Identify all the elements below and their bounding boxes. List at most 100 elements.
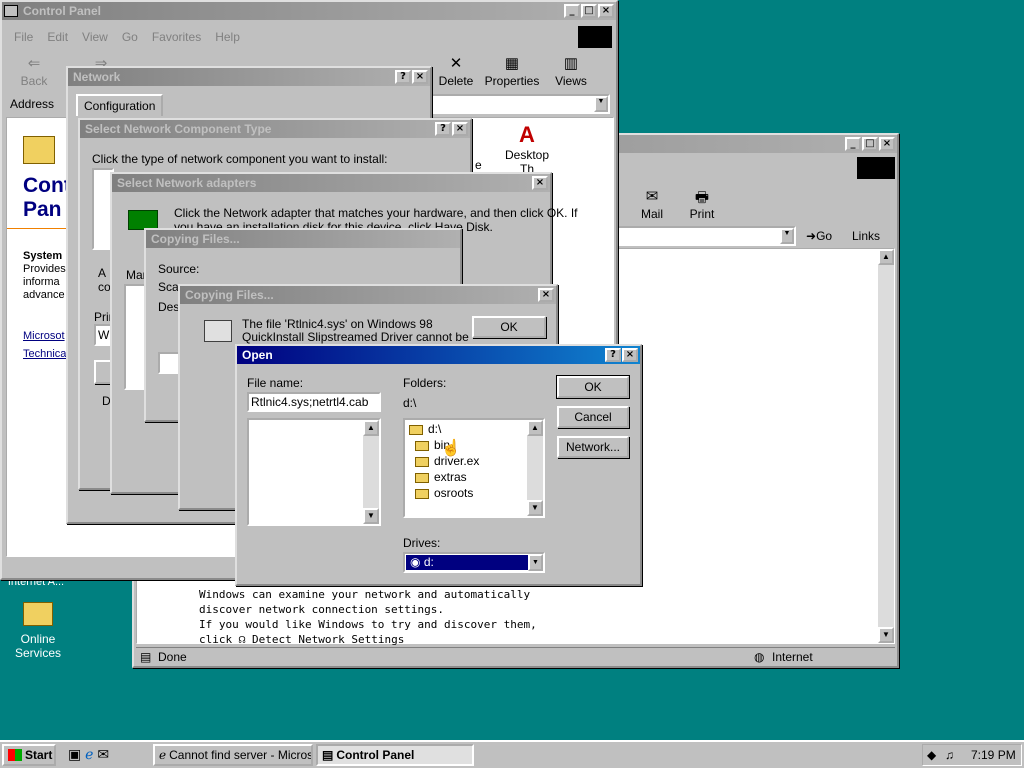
scroll-up-icon[interactable]: ▲ <box>363 420 379 436</box>
speaker-icon[interactable]: ♫ <box>945 748 954 762</box>
maximize-button[interactable]: □ <box>581 4 597 18</box>
menu-edit[interactable]: Edit <box>47 30 68 44</box>
back-button[interactable]: ⇐ Back <box>16 54 52 88</box>
start-button[interactable]: Start <box>2 744 56 766</box>
views-button[interactable]: ▥ Views <box>552 54 590 88</box>
delete-x-icon: ✕ <box>449 55 463 72</box>
drives-label: Drives: <box>403 536 441 550</box>
folder-icon <box>415 440 429 451</box>
divider <box>7 228 75 229</box>
folder-item[interactable]: extras <box>415 470 467 484</box>
menu-file[interactable]: File <box>14 30 33 44</box>
technical-link[interactable]: Technica <box>23 348 66 360</box>
scroll-down-icon[interactable]: ▼ <box>527 500 543 516</box>
detect-network-link[interactable]: ☊ Detect Network Settings <box>239 633 405 646</box>
chevron-down-icon[interactable]: ▼ <box>528 554 543 571</box>
tab-configuration[interactable]: Configuration <box>76 94 164 116</box>
windows-flag-icon <box>8 749 22 761</box>
folder-icon <box>415 472 429 483</box>
help-button[interactable]: ? <box>395 70 411 84</box>
print-button[interactable]: 🖶 Print <box>682 187 722 221</box>
file-list-scrollbar[interactable]: ▲ ▼ <box>363 420 379 524</box>
close-button[interactable]: × <box>622 348 638 362</box>
select-adapters-titlebar: Select Network adapters × <box>112 174 550 192</box>
copying-files-titlebar-2: Copying Files... × <box>180 286 556 304</box>
mail-button[interactable]: ✉ Mail <box>632 187 672 221</box>
minimize-button[interactable]: _ <box>845 137 861 151</box>
file-name-label: File name: <box>247 376 304 390</box>
address-dropdown[interactable]: ▼ <box>614 226 796 246</box>
drive-selected: ◉ d: <box>406 555 528 570</box>
mouse-cursor-icon: ☝ <box>441 440 461 457</box>
close-button[interactable]: × <box>879 137 895 151</box>
views-icon: ▥ <box>563 55 579 72</box>
destination-label: Des <box>158 300 180 314</box>
menu-favorites[interactable]: Favorites <box>152 30 201 44</box>
folder-list[interactable]: d:\ bin driver.ex extras osroots ▲ ▼ <box>403 418 545 518</box>
copying-files-titlebar-1: Copying Files... <box>146 230 460 248</box>
close-button[interactable]: × <box>532 176 548 190</box>
open-ok-button[interactable]: OK <box>556 375 630 399</box>
browser-scrollbar[interactable]: ▲ ▼ <box>878 249 894 643</box>
control-panel-icon <box>4 5 18 17</box>
address-field[interactable]: ▼ <box>430 94 610 114</box>
open-network-button[interactable]: Network... <box>557 436 629 458</box>
browser-body-text: Windows can examine your network and aut… <box>199 588 537 646</box>
system-tray: ◆ ♫ 7:19 PM <box>922 744 1022 766</box>
open-cancel-button[interactable]: Cancel <box>557 406 629 428</box>
file-list[interactable]: ▲ ▼ <box>247 418 381 526</box>
scroll-down-icon[interactable]: ▼ <box>363 508 379 524</box>
properties-button[interactable]: ▦ Properties <box>484 54 540 88</box>
scroll-down-icon[interactable]: ▼ <box>878 627 894 643</box>
help-button[interactable]: ? <box>605 348 621 362</box>
folder-icon <box>415 456 429 467</box>
menu-go[interactable]: Go <box>122 30 138 44</box>
menu-help[interactable]: Help <box>215 30 240 44</box>
desktop-icon-online-services[interactable]: Online Services <box>10 602 66 660</box>
delete-button[interactable]: ✕ Delete <box>438 54 474 88</box>
side-description: System Provides informa advance <box>23 250 66 301</box>
folder-list-scrollbar[interactable]: ▲ ▼ <box>527 420 543 516</box>
copying-ok-button[interactable]: OK <box>472 316 546 338</box>
chevron-down-icon[interactable]: ▼ <box>780 228 794 244</box>
folder-item[interactable]: d:\ <box>409 422 441 436</box>
microsoft-link[interactable]: Microsot <box>23 330 65 342</box>
outlook-express-icon[interactable]: ✉ <box>97 746 109 762</box>
go-button[interactable]: ➜Go <box>806 229 832 243</box>
maximize-button[interactable]: □ <box>862 137 878 151</box>
close-button[interactable]: × <box>412 70 428 84</box>
disk-drive-icon <box>204 320 232 342</box>
scroll-up-icon[interactable]: ▲ <box>878 249 894 265</box>
desktop-themes-icon[interactable]: A Desktop Th <box>505 122 549 176</box>
internet-explorer-icon[interactable]: ℯ <box>85 746 93 762</box>
icon-label-fragment: e <box>475 158 482 172</box>
printer-icon: 🖶 <box>694 189 710 206</box>
close-button[interactable]: × <box>538 288 554 302</box>
folder-item[interactable]: osroots <box>415 486 473 500</box>
help-button[interactable]: ? <box>435 122 451 136</box>
menu-view[interactable]: View <box>82 30 108 44</box>
task-browser[interactable]: ℯ Cannot find server - Micros... <box>153 744 313 766</box>
file-name-input[interactable]: Rtlnic4.sys;netrtl4.cab <box>247 392 381 412</box>
folder-icon <box>23 602 53 626</box>
shield-icon[interactable]: ◆ <box>927 748 936 762</box>
folder-icon <box>415 488 429 499</box>
minimize-button[interactable]: _ <box>564 4 580 18</box>
drives-select[interactable]: ◉ d: ▼ <box>403 552 545 573</box>
back-arrow-icon: ⇐ <box>27 55 41 72</box>
page-icon: ▤ <box>140 650 152 664</box>
properties-icon: ▦ <box>504 55 520 72</box>
progress-bar <box>158 352 180 374</box>
folder-panel-icon <box>23 136 55 164</box>
clock[interactable]: 7:19 PM <box>971 748 1016 762</box>
show-desktop-icon[interactable]: ▣ <box>68 746 81 762</box>
ie-page-icon: ℯ <box>159 748 167 762</box>
manufacturers-list[interactable] <box>124 284 146 390</box>
cd-drive-icon: ◉ <box>410 555 421 569</box>
close-button[interactable]: × <box>452 122 468 136</box>
scroll-up-icon[interactable]: ▲ <box>527 420 543 436</box>
chevron-down-icon[interactable]: ▼ <box>594 96 608 112</box>
links-button[interactable]: Links <box>852 229 880 243</box>
task-control-panel[interactable]: ▤ Control Panel <box>316 744 474 766</box>
close-button[interactable]: × <box>598 4 614 18</box>
